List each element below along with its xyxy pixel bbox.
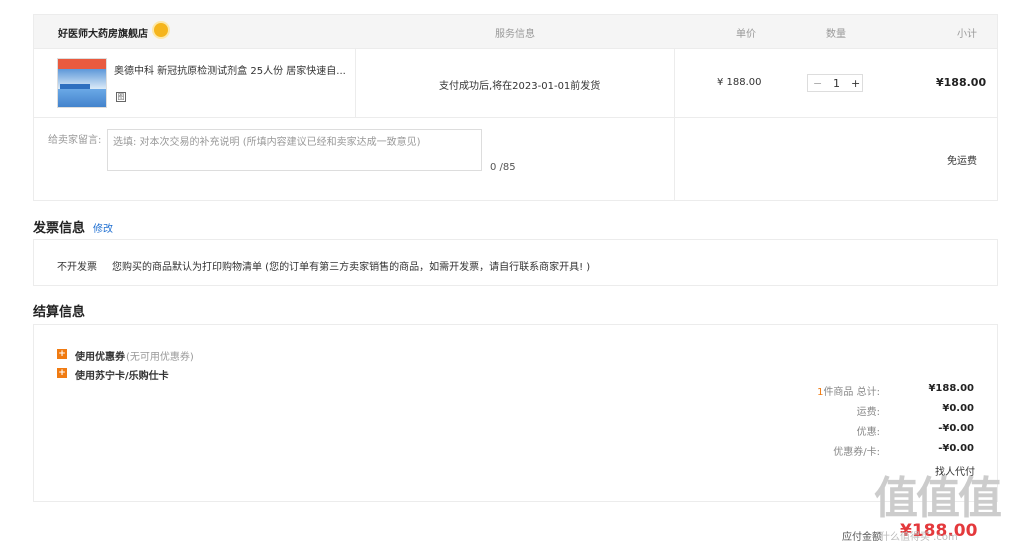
watermark-logo: 值值值 — [874, 473, 1002, 524]
product-thumbnail-detail — [60, 84, 90, 89]
coupon-note: (无可用优惠券) — [126, 352, 194, 363]
header-quantity: 数量 — [826, 29, 846, 40]
watermark-domain: 什么值得买 .com — [880, 532, 958, 543]
divider — [674, 48, 675, 201]
header-service: 服务信息 — [495, 29, 535, 40]
invoice-edit-link[interactable]: 修改 — [93, 220, 113, 235]
card-label[interactable]: 使用苏宁卡/乐购仕卡 — [75, 367, 169, 382]
message-textarea[interactable]: 选填: 对本次交易的补充说明 (所填内容建议已经和卖家达成一致意见) — [107, 129, 482, 171]
store-name[interactable]: 好医师大药房旗舰店 — [58, 25, 148, 40]
unit-price: ¥ 188.00 — [717, 77, 762, 88]
qty-minus-button[interactable]: − — [813, 77, 822, 90]
store-badge-icon — [154, 23, 168, 37]
summary-coupon-label: 优惠券/卡: — [833, 447, 880, 458]
invoice-note: 您购买的商品默认为打印购物清单 (您的订单有第三方卖家销售的商品，如需开发票，请… — [112, 262, 591, 273]
snapshot-icon[interactable]: 图 — [116, 92, 126, 102]
summary-total-value: ¥188.00 — [928, 383, 974, 394]
product-thumbnail[interactable] — [57, 58, 107, 108]
summary-discount-label: 优惠: — [856, 427, 880, 438]
summary-total-label: 1件商品 总计: — [817, 387, 880, 398]
settlement-title: 结算信息 — [33, 305, 86, 320]
message-label: 给卖家留言: — [48, 135, 102, 146]
divider — [355, 48, 356, 117]
payable-label: 应付金额 — [842, 532, 882, 543]
summary-shipping-label: 运费: — [856, 407, 880, 418]
shipping-fee: 免运费 — [947, 156, 977, 167]
qty-plus-button[interactable]: + — [851, 77, 860, 90]
summary-discount-value: -¥0.00 — [938, 423, 974, 434]
header-subtotal: 小计 — [957, 29, 977, 40]
summary-shipping-value: ¥0.00 — [942, 403, 974, 414]
expand-coupon-icon[interactable]: + — [57, 349, 67, 359]
qty-value[interactable]: 1 — [833, 77, 840, 90]
expand-card-icon[interactable]: + — [57, 368, 67, 378]
product-title[interactable]: 奥德中科 新冠抗原检测试剂盒 25人份 居家快速自... — [114, 62, 349, 77]
coupon-label[interactable]: 使用优惠券 — [75, 348, 125, 363]
quantity-stepper[interactable]: − 1 + — [807, 74, 863, 92]
invoice-title: 发票信息 — [33, 221, 86, 236]
item-subtotal: ¥188.00 — [936, 76, 987, 89]
header-unit-price: 单价 — [736, 29, 756, 40]
divider — [34, 117, 997, 118]
service-info: 支付成功后,将在2023-01-01前发货 — [439, 81, 601, 92]
message-counter: 0 /85 — [490, 162, 516, 173]
summary-coupon-value: -¥0.00 — [938, 443, 974, 454]
invoice-type: 不开发票 — [57, 262, 97, 273]
